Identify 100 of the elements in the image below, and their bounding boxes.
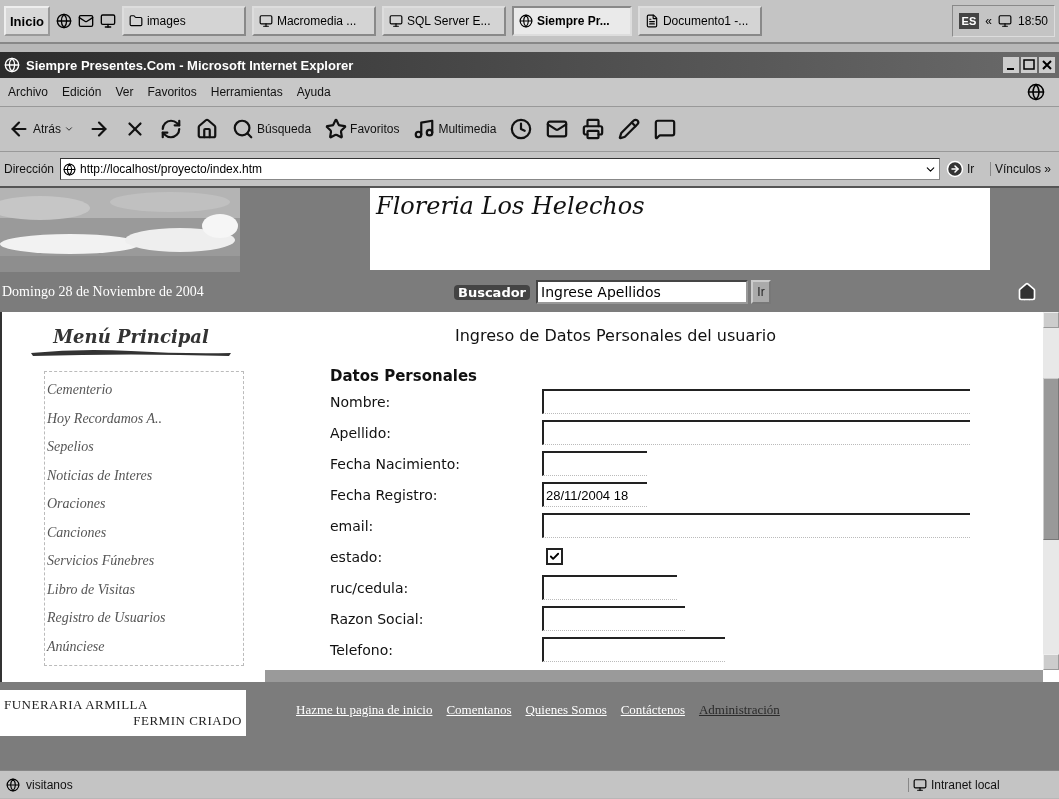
- mail-icon: [546, 118, 569, 140]
- input-field[interactable]: [542, 451, 647, 476]
- zone-text: Intranet local: [931, 777, 1000, 792]
- taskbar-button[interactable]: SQL Server E...: [381, 6, 506, 36]
- input-field[interactable]: [542, 575, 677, 600]
- mail-icon[interactable]: [77, 13, 94, 29]
- status-text: visitanos: [26, 777, 73, 792]
- field-label: email:: [330, 517, 375, 534]
- taskbar-button[interactable]: images: [121, 6, 246, 36]
- music-note-icon: [413, 118, 436, 140]
- field-label: Apellido:: [330, 424, 392, 441]
- field-label: estado:: [330, 548, 384, 565]
- globe-icon: [518, 14, 533, 28]
- check-icon: [549, 551, 560, 562]
- language-indicator[interactable]: ES: [958, 13, 980, 29]
- field-label: ruc/cedula:: [330, 579, 410, 596]
- taskbar-button[interactable]: Documento1 -...: [637, 6, 762, 36]
- form-title: Ingreso de Datos Personales del usuario: [455, 326, 778, 345]
- intranet-icon: [913, 777, 927, 792]
- address-field[interactable]: http://localhost/proyecto/index.htm: [60, 158, 940, 180]
- monitor-icon: [258, 14, 273, 28]
- field-label: Nombre:: [330, 393, 392, 410]
- field-label: Razon Social:: [330, 610, 425, 627]
- checkbox[interactable]: [546, 548, 563, 565]
- menu-link[interactable]: Noticias de Interes: [47, 461, 243, 490]
- input-field[interactable]: [542, 420, 970, 445]
- monitor-icon: [388, 14, 403, 28]
- footer-link[interactable]: Administración: [698, 702, 780, 718]
- site-title: Floreria Los Helechos: [376, 192, 645, 220]
- browser-icon: [4, 57, 20, 73]
- field-label: Fecha Registro:: [330, 486, 439, 503]
- address-label: Dirección: [4, 162, 54, 176]
- go-button[interactable]: Ir: [946, 160, 975, 178]
- input-field[interactable]: [542, 606, 685, 631]
- menu-item[interactable]: Ayuda: [296, 85, 331, 99]
- printer-icon: [582, 118, 605, 140]
- browser-icon[interactable]: [55, 13, 72, 29]
- field-label: Telefono:: [330, 641, 394, 658]
- menu-heading: Menú Principal: [53, 326, 209, 347]
- menu-link[interactable]: Anúnciese: [47, 632, 243, 661]
- input-field[interactable]: 28/11/2004 18: [542, 482, 647, 507]
- favorites-button[interactable]: Favoritos: [323, 116, 402, 142]
- taskbar-button[interactable]: Macromedia ...: [251, 6, 376, 36]
- input-field[interactable]: [542, 389, 970, 414]
- folder-icon: [128, 14, 143, 28]
- menu-link[interactable]: Hoy Recordamos A..: [47, 404, 243, 433]
- brand-name: FERMIN CRIADO: [133, 713, 242, 729]
- globe-icon: [1027, 83, 1045, 101]
- caret-icon: [64, 124, 74, 134]
- menu-link[interactable]: Oraciones: [47, 490, 243, 519]
- home-icon[interactable]: [1017, 282, 1037, 302]
- search-icon: [232, 118, 254, 140]
- search-field[interactable]: Ingrese Apellidos: [536, 280, 749, 304]
- back-button[interactable]: Atrás: [6, 116, 76, 142]
- field-label: Fecha Nacimiento:: [330, 455, 461, 472]
- menu-link[interactable]: Servicios Fúnebres: [47, 547, 243, 576]
- links-button[interactable]: Vínculos »: [989, 162, 1055, 176]
- menu-item[interactable]: Ver: [115, 85, 134, 99]
- menu-link[interactable]: Canciones: [47, 518, 243, 547]
- tray-toggle[interactable]: «: [985, 14, 992, 28]
- search-button[interactable]: Ir: [751, 280, 772, 304]
- search-button[interactable]: Búsqueda: [230, 116, 314, 142]
- menu-link[interactable]: Registro de Usuarios: [47, 604, 243, 633]
- home-icon: [196, 118, 218, 140]
- footer-link[interactable]: Contáctenos: [620, 702, 685, 718]
- section-heading: Datos Personales: [330, 367, 479, 385]
- footer-link[interactable]: Hazme tu pagina de inicio: [296, 702, 433, 718]
- globe-icon: [63, 162, 76, 176]
- menu-item[interactable]: Favoritos: [147, 85, 197, 99]
- menu-link[interactable]: Libro de Visitas: [47, 575, 243, 604]
- vertical-scrollbar[interactable]: [1043, 312, 1059, 670]
- window-title: Siempre Presentes.Com - Microsoft Internet Explorer: [26, 57, 354, 73]
- speech-bubble-icon: [654, 118, 677, 140]
- clock-icon: [510, 118, 533, 140]
- menu-link[interactable]: Cementerio: [47, 376, 243, 405]
- horizontal-scrollbar[interactable]: [265, 670, 1043, 682]
- desktop-icon[interactable]: [99, 13, 116, 29]
- window-controls-icon[interactable]: [1003, 57, 1055, 73]
- menu-item[interactable]: Herramientas: [210, 85, 283, 99]
- monitor-icon[interactable]: [997, 14, 1012, 28]
- start-button[interactable]: Inicio: [4, 6, 50, 36]
- page-icon: [6, 777, 20, 792]
- footer-link[interactable]: Comentanos: [446, 702, 512, 718]
- menu-link[interactable]: Sepelios: [47, 433, 243, 462]
- menu-item[interactable]: Archivo: [8, 85, 48, 99]
- search-label: Buscador: [454, 284, 531, 300]
- media-button[interactable]: Multimedia: [411, 116, 499, 142]
- star-icon: [325, 118, 348, 140]
- brush-stroke-icon: [31, 347, 231, 357]
- taskbar-button[interactable]: Siempre Pr...: [511, 6, 632, 36]
- footer-link[interactable]: Quienes Somos: [525, 702, 607, 718]
- menu-item[interactable]: Edición: [62, 85, 102, 99]
- pencil-icon: [618, 118, 641, 140]
- clock: 18:50: [1017, 14, 1048, 28]
- brand-name: FUNERARIA ARMILLA: [4, 697, 148, 713]
- refresh-icon: [160, 118, 182, 140]
- document-icon: [644, 14, 659, 28]
- input-field[interactable]: [542, 513, 970, 538]
- input-field[interactable]: [542, 637, 725, 662]
- date-text: Domingo 28 de Noviembre de 2004: [2, 284, 205, 300]
